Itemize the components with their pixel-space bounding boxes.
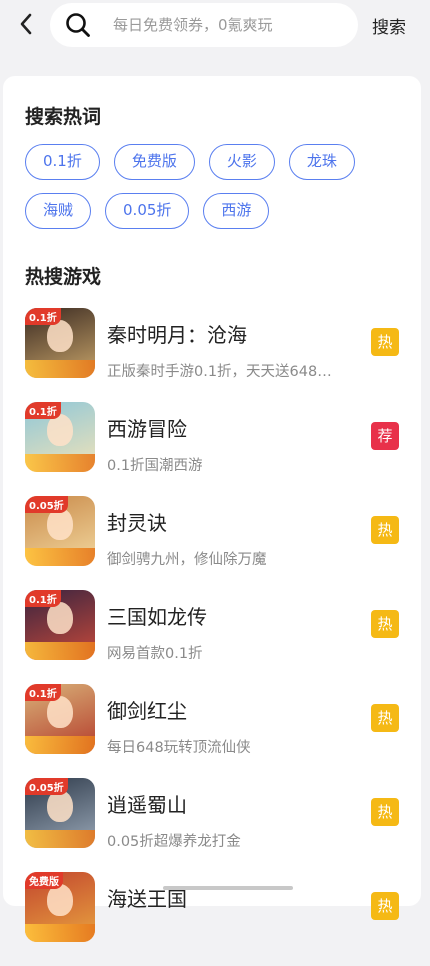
icon-banner bbox=[25, 454, 95, 472]
discount-label: 0.05折 bbox=[25, 778, 68, 795]
game-text: 御剑红尘每日648玩转顶流仙侠 bbox=[107, 684, 355, 757]
game-icon: 0.1折 bbox=[25, 684, 95, 754]
icon-banner bbox=[25, 736, 95, 754]
icon-banner bbox=[25, 642, 95, 660]
discount-label: 0.05折 bbox=[25, 496, 68, 513]
hot-games-title: 热搜游戏 bbox=[25, 266, 102, 288]
icon-banner bbox=[25, 830, 95, 848]
game-icon: 0.1折 bbox=[25, 402, 95, 472]
game-list-item[interactable]: 0.1折 三国如龙传 网易首款0.1折热 bbox=[25, 590, 401, 684]
hot-word-tag[interactable]: 海贼 bbox=[25, 193, 92, 229]
icon-banner bbox=[25, 548, 95, 566]
recommend-badge: 荐 bbox=[371, 422, 399, 450]
search-icon bbox=[65, 12, 91, 38]
game-text: 秦时明月：沧海正版秦时手游0.1折，天天送648… bbox=[107, 308, 355, 381]
search-submit-button[interactable]: 搜索 bbox=[372, 13, 406, 38]
home-indicator bbox=[163, 886, 293, 890]
game-text: 三国如龙传网易首款0.1折 bbox=[107, 590, 355, 663]
hot-words-tags: 0.1折 免费版 火影 龙珠 海贼 0.05折 西游 bbox=[25, 144, 405, 242]
hot-word-tag[interactable]: 0.05折 bbox=[105, 193, 190, 229]
game-list-item[interactable]: 0.1折 御剑红尘 每日648玩转顶流仙侠热 bbox=[25, 684, 401, 778]
game-name: 逍遥蜀山 bbox=[107, 793, 187, 817]
game-icon: 免费版 bbox=[25, 872, 95, 942]
game-list-item[interactable]: 0.05折 封灵诀 御剑骋九州，修仙除万魔热 bbox=[25, 496, 401, 590]
game-description: 每日648玩转顶流仙侠 bbox=[107, 740, 251, 756]
search-input[interactable] bbox=[113, 16, 353, 34]
icon-banner bbox=[25, 924, 95, 942]
game-name: 封灵诀 bbox=[107, 511, 167, 535]
game-list-item[interactable]: 0.05折 逍遥蜀山 0.05折超爆养龙打金 热 bbox=[25, 778, 401, 872]
hot-games-list: 0.1折 秦时明月：沧海 正版秦时手游0.1折，天天送648… 热 0.1折 西游冒险 0.… bbox=[25, 308, 401, 966]
game-text: 海送王国 bbox=[107, 872, 355, 924]
hot-word-tag[interactable]: 西游 bbox=[203, 193, 270, 229]
game-list-item[interactable]: 0.1折 西游冒险 0.1折国潮西游 荐 bbox=[25, 402, 401, 496]
back-button[interactable] bbox=[12, 10, 40, 38]
game-description: 御剑骋九州，修仙除万魔 bbox=[107, 552, 267, 568]
discount-label: 0.1折 bbox=[25, 402, 61, 419]
game-description: 网易首款0.1折 bbox=[107, 646, 203, 662]
discount-label: 0.1折 bbox=[25, 684, 61, 701]
chevron-left-icon bbox=[20, 13, 32, 35]
discount-label: 0.1折 bbox=[25, 308, 61, 325]
hot-word-tag[interactable]: 0.1折 bbox=[25, 144, 100, 180]
game-name: 御剑红尘 bbox=[107, 699, 187, 723]
icon-banner bbox=[25, 360, 95, 378]
game-name: 秦时明月：沧海 bbox=[107, 323, 247, 347]
game-icon: 0.05折 bbox=[25, 496, 95, 566]
game-text: 西游冒险 0.1折国潮西游 bbox=[107, 402, 355, 475]
hot-word-tag[interactable]: 免费版 bbox=[113, 144, 195, 180]
search-panel: 搜索热词 0.1折 免费版 火影 龙珠 海贼 0.05折 西游 热搜游戏 0.1… bbox=[3, 76, 421, 942]
game-icon: 0.1折 bbox=[25, 590, 95, 660]
game-name: 三国如龙传 bbox=[107, 605, 207, 629]
hot-badge: 热 bbox=[371, 610, 399, 638]
hot-badge: 热 bbox=[371, 704, 399, 732]
hot-word-tag[interactable]: 火影 bbox=[208, 144, 275, 180]
game-description: 0.1折国潮西游 bbox=[107, 458, 203, 474]
game-description: 0.05折超爆养龙打金 bbox=[107, 834, 241, 850]
hot-words-title: 搜索热词 bbox=[25, 106, 102, 128]
hot-badge: 热 bbox=[371, 516, 399, 544]
hot-word-tag[interactable]: 龙珠 bbox=[288, 144, 355, 180]
hot-badge: 热 bbox=[371, 328, 399, 356]
game-icon: 0.05折 bbox=[25, 778, 95, 848]
top-bar: 搜索 bbox=[0, 0, 430, 58]
discount-label: 0.1折 bbox=[25, 590, 61, 607]
game-description: 正版秦时手游0.1折，天天送648… bbox=[107, 364, 332, 380]
hot-badge: 热 bbox=[371, 798, 399, 826]
game-icon: 0.1折 bbox=[25, 308, 95, 378]
search-box[interactable] bbox=[50, 3, 358, 47]
discount-label: 免费版 bbox=[25, 872, 63, 889]
game-name: 西游冒险 bbox=[107, 417, 187, 441]
game-text: 逍遥蜀山 0.05折超爆养龙打金 bbox=[107, 778, 355, 851]
game-list-item[interactable]: 0.1折 秦时明月：沧海 正版秦时手游0.1折，天天送648… 热 bbox=[25, 308, 401, 402]
game-text: 封灵诀御剑骋九州，修仙除万魔 bbox=[107, 496, 355, 569]
hot-badge: 热 bbox=[371, 892, 399, 920]
